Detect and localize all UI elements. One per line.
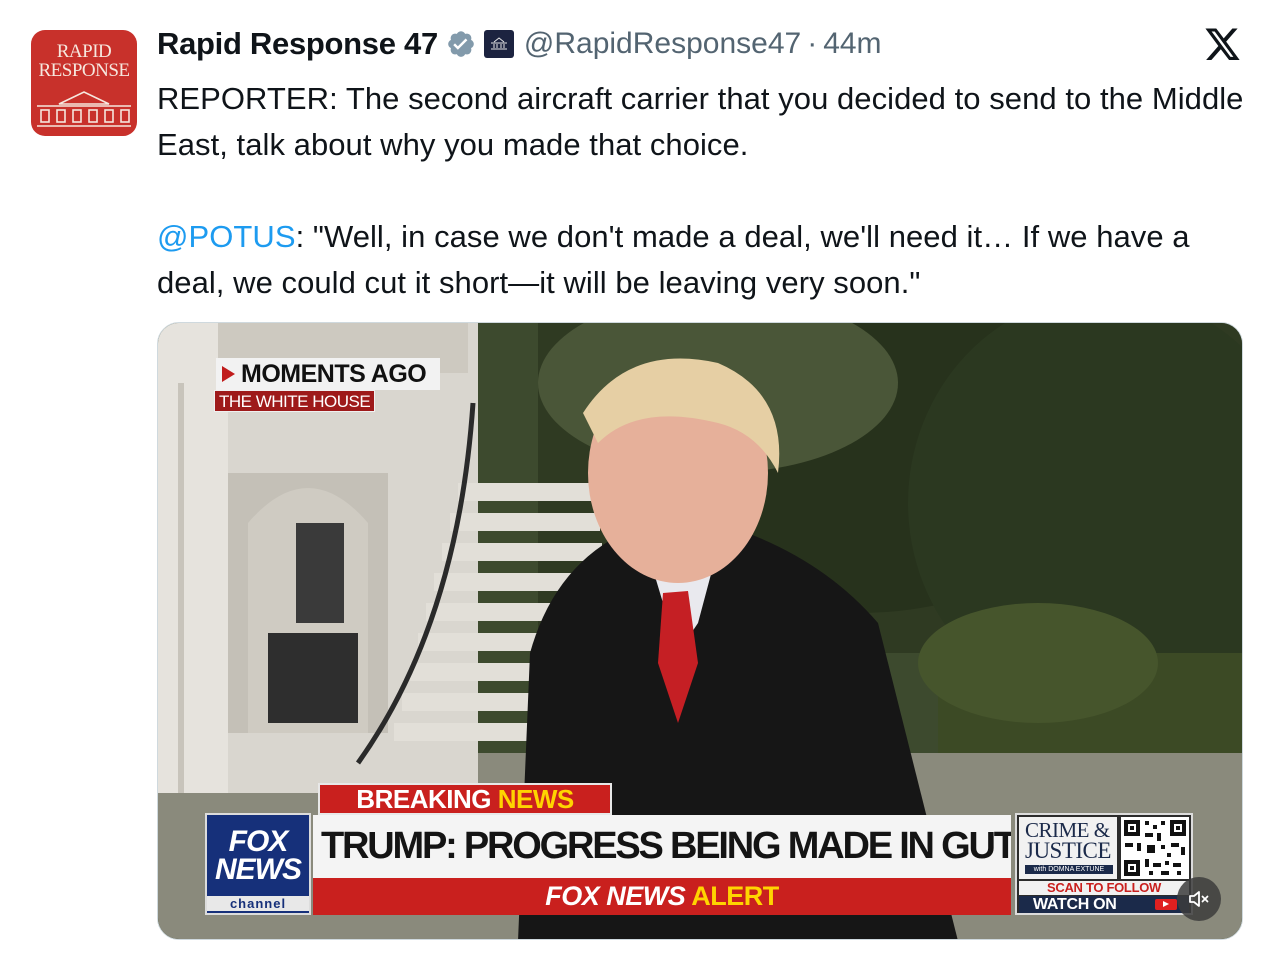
x-logo-icon[interactable] (1205, 28, 1241, 62)
author-display-name[interactable]: Rapid Response 47 (157, 26, 438, 62)
tweet-paragraph-potus: @POTUS: "Well, in case we don't made a d… (157, 214, 1247, 306)
tweet-header: Rapid Response 47 @RapidResponse47 · 44m (157, 24, 882, 64)
news-word: NEWS (497, 784, 575, 814)
alert-word: ALERT (691, 881, 779, 911)
moments-ago-label: MOMENTS AGO (241, 359, 427, 388)
speaker-muted-glyph (1189, 891, 1209, 907)
qr-code-icon (1121, 817, 1189, 879)
potus-quote: : "Well, in case we don't made a deal, w… (157, 219, 1190, 300)
breaking-news-tag: BREAKING NEWS (318, 783, 612, 815)
youtube-icon (1155, 899, 1177, 910)
breaking-word: BREAKING (356, 784, 491, 814)
fox-logo-line2: NEWS (215, 853, 302, 886)
promo-justice: JUSTICE (1025, 838, 1111, 863)
promo-title-panel: CRIME & JUSTICE with DOMNA EXTUNE (1019, 817, 1117, 879)
fox-news-alert-bar: FOX NEWS ALERT (313, 878, 1011, 915)
avatar-text-rapid: RAPID (56, 41, 112, 62)
white-house-emblem-icon (37, 91, 131, 127)
tweet-body: REPORTER: The second aircraft carrier th… (157, 76, 1247, 306)
tweet-paragraph-reporter: REPORTER: The second aircraft carrier th… (157, 81, 1244, 162)
mention-potus-link[interactable]: @POTUS (157, 219, 296, 254)
fox-logo-line3: channel (207, 896, 309, 911)
verified-badge-icon[interactable] (446, 29, 476, 59)
promo-host: with DOMNA EXTUNE (1025, 865, 1113, 874)
avatar-text-response: RESPONSE (38, 60, 130, 81)
play-triangle-icon (222, 366, 235, 382)
moments-ago-banner: MOMENTS AGO (216, 358, 441, 390)
fox-news-logo: FOX NEWS channel (205, 813, 311, 915)
alert-fox-news: FOX NEWS (545, 881, 686, 911)
header-separator: · (807, 27, 818, 60)
promo-scan-label: SCAN TO FOLLOW (1019, 881, 1189, 895)
location-label: THE WHITE HOUSE (214, 390, 376, 412)
author-avatar[interactable]: RAPID RESPONSE (31, 30, 137, 136)
white-house-mini-icon (490, 37, 507, 50)
news-lower-third: TRUMP: PROGRESS BEING MADE IN GUTHRIE SE… (313, 815, 1011, 915)
video-player[interactable]: MOMENTS AGO THE WHITE HOUSE BREAKING NEW… (157, 322, 1243, 940)
post-timestamp[interactable]: 44m (823, 27, 881, 61)
news-headline: TRUMP: PROGRESS BEING MADE IN GUTHRIE SE… (313, 815, 1011, 878)
speaker-muted-icon[interactable] (1177, 877, 1221, 921)
crime-justice-promo: CRIME & JUSTICE with DOMNA EXTUNE SCAN T… (1015, 813, 1193, 915)
white-house-badge-icon[interactable] (483, 30, 514, 58)
author-handle[interactable]: @RapidResponse47 (524, 27, 801, 61)
